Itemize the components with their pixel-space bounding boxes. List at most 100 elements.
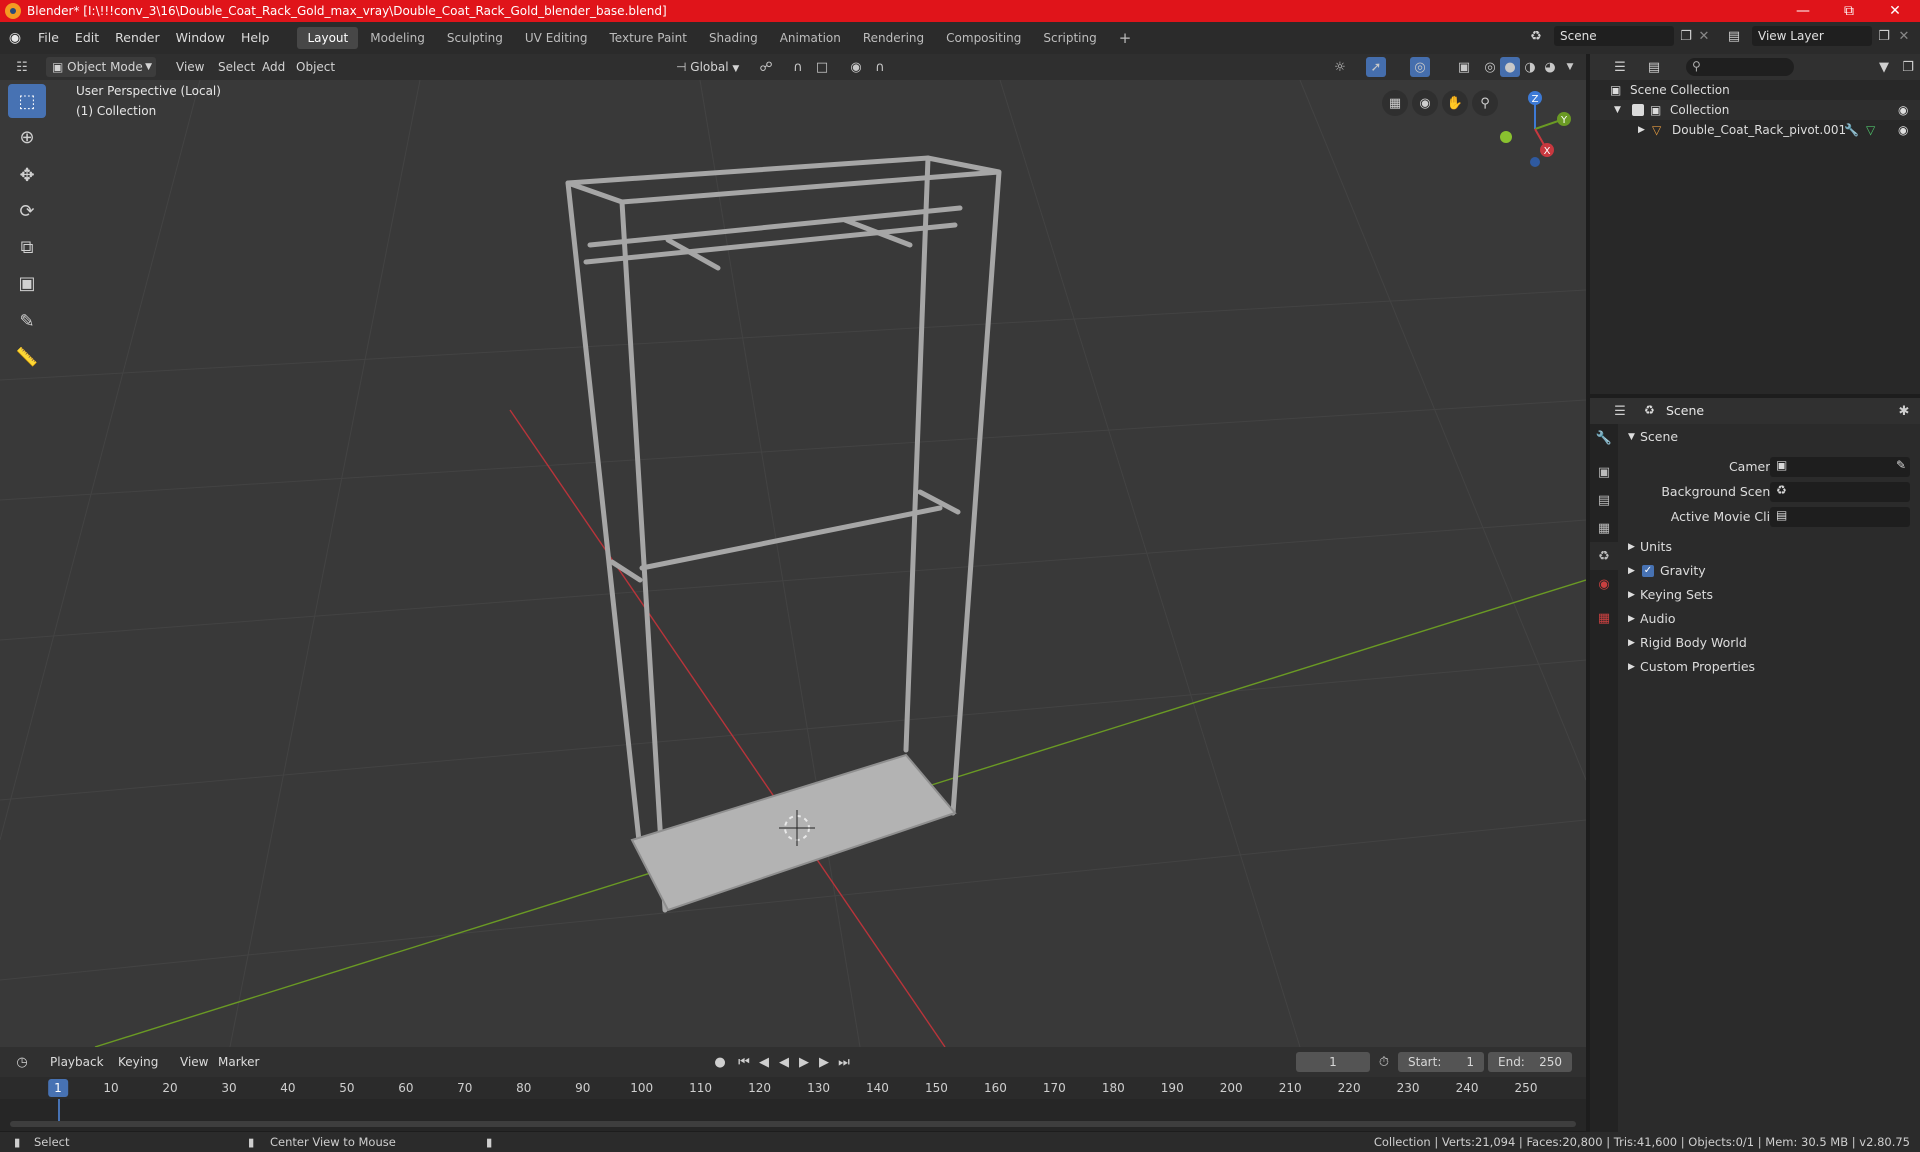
falloff-curve-icon[interactable]: ∩ [870,57,890,77]
scene-panel-header[interactable]: ▼ Scene [1620,426,1920,448]
tab-sculpting[interactable]: Sculpting [437,27,513,49]
transform-orientation-dropdown[interactable]: ⊣ Global ▼ [670,57,746,77]
tab-scripting[interactable]: Scripting [1033,27,1106,49]
custom-properties-panel-header[interactable]: ▶ Custom Properties [1620,656,1920,678]
keying-sets-panel-header[interactable]: ▶ Keying Sets [1620,584,1920,606]
prev-keyframe-icon[interactable]: ◀ [754,1052,774,1072]
tab-texture-paint[interactable]: Texture Paint [600,27,697,49]
current-frame-marker[interactable]: 1 [48,1079,68,1097]
timeline-view-menu[interactable]: View [174,1052,214,1072]
shading-options-icon[interactable]: ▼ [1560,57,1580,77]
minimize-icon[interactable]: — [1780,0,1826,22]
solid-shading-icon[interactable]: ● [1500,57,1520,77]
render-tab-icon[interactable]: ▣ [1590,458,1618,486]
outliner-row-object[interactable]: ▶ ▽ Double_Coat_Rack_pivot.001 🔧 ▽ ◉ [1590,120,1920,140]
tab-compositing[interactable]: Compositing [936,27,1031,49]
play-icon[interactable]: ▶ [794,1052,814,1072]
scene-tab-icon[interactable]: ♻ [1590,542,1618,570]
mesh-data-icon[interactable]: ▽ [1866,120,1875,140]
overlay-toggle-icon[interactable]: ◎ [1410,57,1430,77]
texture-tab-icon[interactable]: ▦ [1590,604,1618,632]
tab-animation[interactable]: Animation [770,27,851,49]
scale-tool-icon[interactable]: ⧉ [8,230,46,264]
menu-view[interactable]: View [170,57,210,77]
start-frame-field[interactable]: Start: 1 [1398,1052,1484,1072]
play-reverse-icon[interactable]: ◀ [774,1052,794,1072]
delete-scene-icon[interactable]: ✕ [1694,26,1714,46]
cursor-tool-icon[interactable]: ⊕ [8,120,46,154]
measure-tool-icon[interactable]: 📏 [8,340,46,374]
jump-end-icon[interactable]: ⏭ [834,1052,854,1072]
menu-object[interactable]: Object [290,57,341,77]
filter-icon[interactable]: ▼ [1874,57,1894,77]
pan-hand-icon[interactable]: ✋ [1442,90,1468,116]
keying-menu[interactable]: Keying [112,1052,164,1072]
record-icon[interactable]: ● [710,1052,730,1072]
material-shading-icon[interactable]: ◑ [1520,57,1540,77]
rotate-tool-icon[interactable]: ⟳ [8,194,46,228]
gravity-checkbox[interactable]: ✓ [1642,565,1654,577]
menu-select[interactable]: Select [212,57,261,77]
view-layer-tab-icon[interactable]: ▦ [1590,514,1618,542]
navigation-gizmo[interactable]: Z Y X [1490,84,1580,174]
menu-add[interactable]: Add [256,57,291,77]
close-icon[interactable]: ✕ [1872,0,1918,22]
timeline-scrollbar[interactable] [10,1121,1576,1127]
visibility-eye-icon[interactable]: ◉ [1898,100,1908,120]
current-frame-field[interactable]: 1 [1296,1052,1370,1072]
tab-shading[interactable]: Shading [699,27,768,49]
end-frame-field[interactable]: End: 250 [1488,1052,1572,1072]
xray-toggle-icon[interactable]: ▣ [1454,57,1474,77]
background-scene-field[interactable]: ♻ [1770,482,1910,502]
visibility-eye-icon[interactable]: ◉ [1898,120,1908,140]
blender-menu-icon[interactable]: ◉ [0,30,30,46]
output-tab-icon[interactable]: ▤ [1590,486,1618,514]
playback-menu[interactable]: Playback [44,1052,110,1072]
menu-file[interactable]: File [30,22,67,54]
new-scene-icon[interactable]: ❐ [1676,26,1696,46]
rendered-shading-icon[interactable]: ◕ [1540,57,1560,77]
menu-render[interactable]: Render [107,22,168,54]
editor-type-icon[interactable]: ☷ [12,57,32,77]
stopwatch-icon[interactable]: ⏱ [1374,1052,1394,1072]
modifier-wrench-icon[interactable]: 🔧 [1844,120,1859,140]
restore-icon[interactable]: ⧉ [1826,0,1872,22]
proportional-edit-icon[interactable]: ◉ [846,57,866,77]
collection-checkbox[interactable] [1632,104,1644,116]
delete-view-layer-icon[interactable]: ✕ [1894,26,1914,46]
gizmo-neg-y-handle[interactable] [1500,131,1512,143]
outliner-search-input[interactable]: ⚲ [1686,58,1794,76]
tab-uv-editing[interactable]: UV Editing [515,27,598,49]
snap-magnet-icon[interactable]: ∩ [788,57,808,77]
tool-settings-tab-icon[interactable]: 🔧 [1590,424,1618,452]
expand-arrow-icon[interactable]: ▼ [1614,100,1621,120]
add-workspace-icon[interactable]: + [1109,27,1142,49]
new-collection-icon[interactable]: ❐ [1898,57,1918,77]
annotate-tool-icon[interactable]: ✎ [8,304,46,338]
rigid-body-world-panel-header[interactable]: ▶ Rigid Body World [1620,632,1920,654]
timeline-track[interactable] [0,1099,1586,1131]
outliner-editor-type-icon[interactable]: ☰ [1610,57,1630,77]
camera-view-icon[interactable]: ◉ [1412,90,1438,116]
outliner-row-scene-collection[interactable]: ▣ Scene Collection [1590,80,1920,100]
gizmo-toggle-icon[interactable]: ➚ [1366,57,1386,77]
outliner-row-collection[interactable]: ▼ ▣ Collection ◉ [1590,100,1920,120]
menu-edit[interactable]: Edit [67,22,107,54]
active-movie-clip-field[interactable]: ▤ [1770,507,1910,527]
world-tab-icon[interactable]: ◉ [1590,570,1618,598]
properties-editor-type-icon[interactable]: ☰ [1610,401,1630,421]
expand-arrow-icon[interactable]: ▶ [1638,120,1645,140]
jump-start-icon[interactable]: ⏮ [734,1052,754,1072]
menu-window[interactable]: Window [168,22,233,54]
menu-help[interactable]: Help [233,22,278,54]
view-layer-selector[interactable]: View Layer [1752,26,1872,46]
snap-target-icon[interactable]: □ [812,57,832,77]
3d-viewport[interactable]: User Perspective (Local) (1) Collection … [0,80,1586,1047]
wireframe-shading-icon[interactable]: ◎ [1480,57,1500,77]
transform-tool-icon[interactable]: ▣ [8,266,46,300]
pin-icon[interactable]: ✱ [1894,401,1914,421]
tab-layout[interactable]: Layout [297,27,359,49]
move-tool-icon[interactable]: ✥ [8,158,46,192]
ortho-toggle-icon[interactable]: ▦ [1382,90,1408,116]
timeline-editor-type-icon[interactable]: ◷ [12,1052,32,1072]
